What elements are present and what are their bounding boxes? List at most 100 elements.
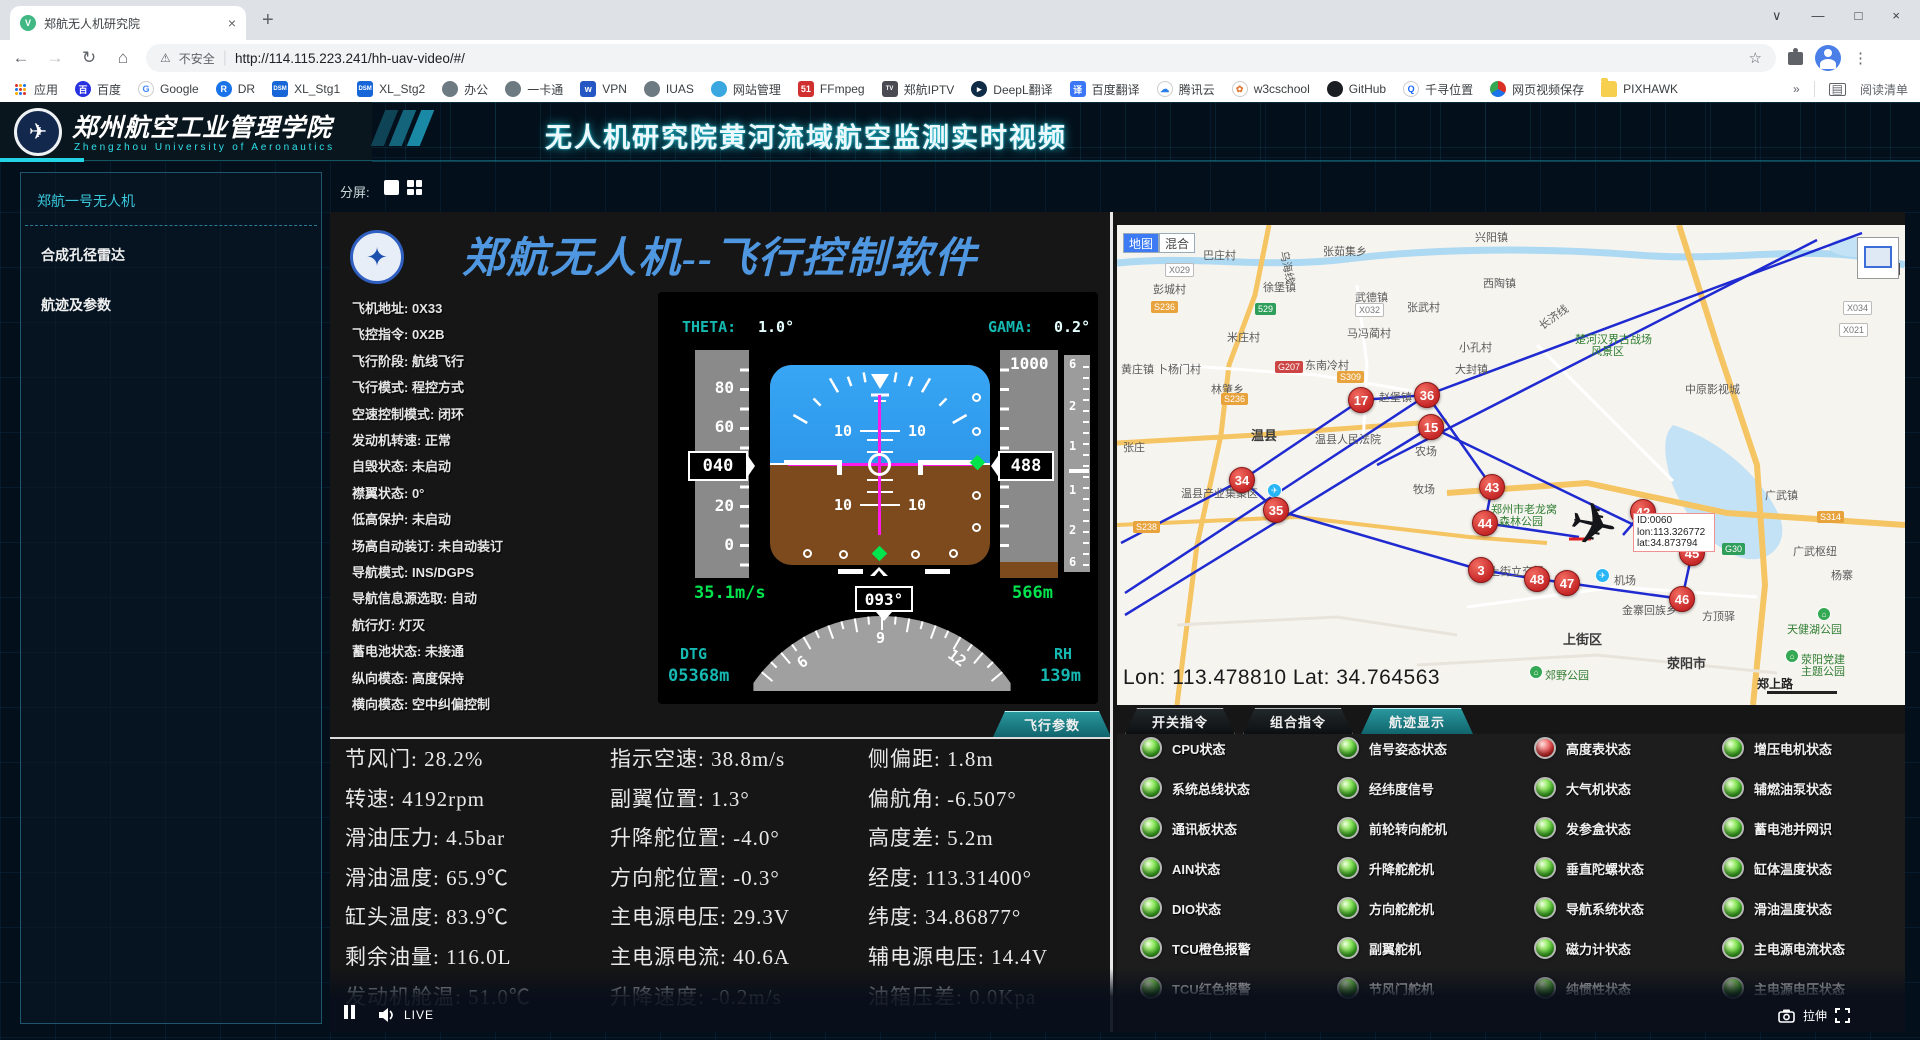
bookmark-item[interactable]: DSMXL_Stg1 [272, 81, 340, 97]
waypoint-marker[interactable]: 15 [1418, 414, 1444, 440]
status-item: 前轮转向舵机 [1337, 817, 1447, 839]
bookmark-item[interactable]: 百百度 [75, 81, 121, 98]
tab-close-icon[interactable]: × [228, 15, 236, 31]
bookmark-item[interactable]: ▸DeepL翻译 [971, 81, 1052, 98]
tab-combo-cmd[interactable]: 组合指令 [1243, 708, 1353, 734]
bookmark-item[interactable]: 网页视频保存 [1490, 81, 1584, 98]
window-close-button[interactable]: × [1892, 8, 1900, 24]
bookmark-item[interactable]: GGoogle [138, 81, 199, 97]
param-label: 剩余油量: [345, 945, 446, 969]
volume-icon[interactable] [378, 1007, 396, 1023]
fullscreen-icon[interactable] [1835, 1008, 1850, 1023]
bookmarks-overflow-icon[interactable]: » [1793, 82, 1800, 96]
bookmark-item[interactable]: DSMXL_Stg2 [357, 81, 425, 97]
bookmark-label: 百度翻译 [1092, 81, 1140, 98]
bookmark-item[interactable]: Q千寻位置 [1403, 81, 1473, 98]
map-layer-hybrid[interactable]: 混合 [1159, 233, 1195, 253]
forward-icon[interactable]: → [44, 48, 66, 68]
video-stream[interactable]: ✦ 郑航无人机--飞行控制软件 飞机地址: 0X33飞控指令: 0X2B飞行阶段… [330, 212, 1905, 1032]
map-label: 马冯蔺村 [1347, 325, 1391, 341]
bookmark-item[interactable]: 一卡通 [505, 81, 563, 98]
status-item: 副翼舵机 [1337, 937, 1421, 959]
waypoint-marker[interactable]: 44 [1472, 510, 1498, 536]
waypoint-marker[interactable]: 34 [1229, 467, 1255, 493]
reload-icon[interactable]: ↻ [78, 48, 100, 68]
status-led-g [1534, 817, 1556, 839]
waypoint-marker[interactable]: 47 [1554, 570, 1580, 596]
park-icon: ⌂ [1529, 665, 1543, 679]
snapshot-camera-icon[interactable] [1778, 1009, 1795, 1023]
bookmark-item[interactable]: TV郑航IPTV [882, 81, 955, 98]
split-quad-icon[interactable] [407, 180, 422, 195]
sidebar-item-uav1[interactable]: 郑航一号无人机 [37, 191, 135, 211]
new-tab-button[interactable]: + [262, 9, 274, 32]
map-layer-normal[interactable]: 地图 [1123, 233, 1159, 253]
window-minimize-button[interactable]: — [1812, 8, 1825, 24]
sidebar-item-track[interactable]: 航迹及参数 [41, 295, 111, 315]
status-led-g [1140, 897, 1162, 919]
info-value: 正常 [425, 433, 451, 448]
bookmark-item[interactable]: 51FFmpeg [798, 81, 865, 97]
param-label: 主电源电流: [610, 945, 733, 969]
back-icon[interactable]: ← [10, 48, 32, 68]
bookmark-item[interactable]: 应用 [12, 81, 58, 98]
university-emblem-icon: ✈ [14, 108, 62, 156]
menu-kebab-icon[interactable]: ⋮ [1853, 49, 1868, 67]
reading-list-label[interactable]: 阅读清单 [1860, 81, 1908, 98]
waypoint-marker[interactable]: 35 [1263, 497, 1289, 523]
url-text[interactable]: http://114.115.223.241/hh-uav-video/#/ [235, 51, 1741, 66]
bookmark-item[interactable]: wVPN [580, 81, 627, 97]
tab-switch-cmd[interactable]: 开关指令 [1125, 708, 1235, 734]
bookmark-item[interactable]: 译百度翻译 [1070, 81, 1140, 98]
map[interactable]: 地图 混合 ✈ ID:0060 lon:113.326772 lat:34.87… [1117, 225, 1905, 705]
map-overview-control[interactable] [1857, 237, 1899, 279]
bookmark-item[interactable]: ✿w3cschool [1232, 81, 1310, 97]
map-label: 广武枢纽 [1793, 543, 1837, 559]
status-led-g [1722, 937, 1744, 959]
tab-search-icon[interactable]: ∨ [1772, 8, 1782, 24]
status-led-g [1722, 857, 1744, 879]
info-value: 灯灭 [399, 618, 425, 633]
bookmark-item[interactable]: RDR [216, 81, 255, 97]
bookmark-item[interactable]: ☁腾讯云 [1157, 81, 1215, 98]
compass-arc [752, 613, 1012, 691]
profile-avatar[interactable] [1815, 45, 1841, 71]
info-label: 场高自动装订: [352, 539, 438, 554]
waypoint-marker[interactable]: 43 [1479, 474, 1505, 500]
status-item: 信号姿态状态 [1337, 737, 1447, 759]
airport-poi-icon: ✈ [1267, 483, 1282, 498]
stretch-button[interactable]: 拉伸 [1803, 1007, 1827, 1024]
waypoint-marker[interactable]: 46 [1669, 586, 1695, 612]
tab-track-display[interactable]: 航迹显示 [1361, 708, 1473, 734]
waypoint-marker[interactable]: 36 [1414, 382, 1440, 408]
browser-tab[interactable]: V 郑航无人机研究院 × [10, 6, 246, 40]
status-led-g [1722, 777, 1744, 799]
sidebar-item-sar[interactable]: 合成孔径雷达 [41, 245, 125, 265]
tab-flight-params[interactable]: 飞行参数 [993, 711, 1111, 737]
status-item: 增压电机状态 [1722, 737, 1832, 759]
bookmark-item[interactable]: PIXHAWK [1601, 81, 1678, 97]
status-item: 垂直陀螺状态 [1534, 857, 1644, 879]
address-bar[interactable]: ⚠ 不安全 | http://114.115.223.241/hh-uav-vi… [146, 44, 1776, 72]
pitch-num: 10 [834, 422, 852, 440]
waypoint-marker[interactable]: 17 [1348, 387, 1374, 413]
bookmark-star-icon[interactable]: ☆ [1749, 49, 1762, 67]
bookmark-item[interactable]: 办公 [442, 81, 488, 98]
split-single-icon[interactable] [384, 180, 399, 195]
bookmark-item[interactable]: GitHub [1327, 81, 1386, 97]
road-badge: S236 [1221, 393, 1248, 405]
waypoint-marker[interactable]: 48 [1524, 566, 1550, 592]
bookmark-item[interactable]: 网站管理 [711, 81, 781, 98]
bookmark-item[interactable]: IUAS [644, 81, 694, 97]
security-label: 不安全 [179, 50, 215, 67]
extensions-icon[interactable] [1788, 52, 1803, 65]
home-icon[interactable]: ⌂ [112, 48, 134, 68]
info-value: 未启动 [412, 459, 451, 474]
w3cschool-favicon: ✿ [1232, 81, 1248, 97]
window-maximize-button[interactable]: □ [1855, 8, 1863, 24]
param-row: 节风门: 28.2% [345, 740, 531, 780]
param-row: 缸头温度: 83.9℃ [345, 898, 531, 938]
waypoint-marker[interactable]: 3 [1468, 557, 1494, 583]
pause-button[interactable] [342, 1005, 356, 1024]
应用-favicon [12, 81, 28, 97]
